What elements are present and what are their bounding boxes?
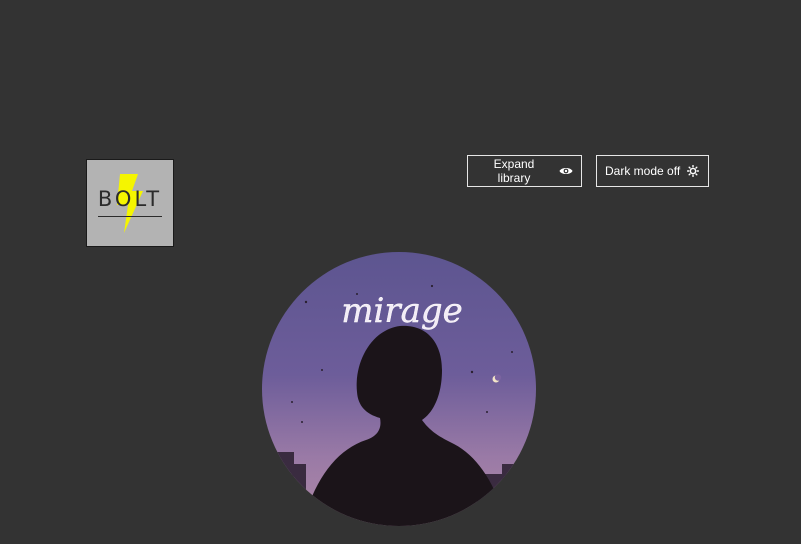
album-artwork: mirage <box>262 252 536 526</box>
expand-library-button[interactable]: Expand library <box>467 155 582 187</box>
logo-text: BOLT <box>97 187 163 211</box>
album-cover[interactable]: mirage <box>262 252 536 526</box>
expand-library-label: Expand library <box>493 157 535 185</box>
app-logo: BOLT <box>86 159 174 247</box>
eye-icon <box>559 166 573 176</box>
dark-mode-label: Dark mode off <box>605 164 681 178</box>
sun-icon <box>687 165 700 177</box>
logo-underline <box>98 216 162 217</box>
dark-mode-toggle-button[interactable]: Dark mode off <box>596 155 709 187</box>
album-title-art: mirage <box>341 291 463 331</box>
